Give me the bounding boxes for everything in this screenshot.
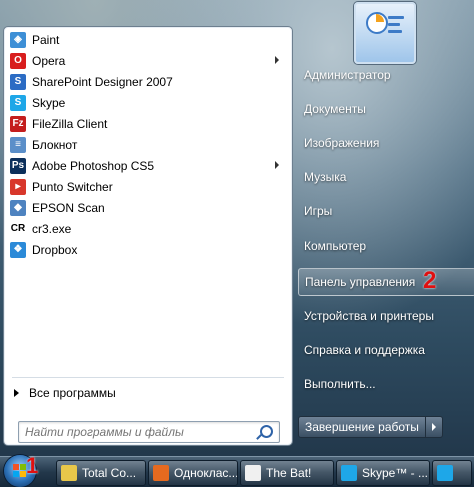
program-label: Punto Switcher: [32, 179, 113, 194]
program-label: SharePoint Designer 2007: [32, 74, 173, 89]
all-programs-label: Все программы: [29, 386, 116, 400]
taskbar-label: Skype™ - ...: [362, 466, 429, 480]
submenu-arrow-icon[interactable]: [275, 161, 279, 169]
all-programs-button[interactable]: Все программы: [14, 383, 116, 403]
link-documents[interactable]: Документы: [298, 96, 474, 122]
program-list: ◈ Paint O Opera S SharePoint Designer 2007 S Sk…: [7, 29, 289, 260]
paint-icon: ◈: [10, 31, 26, 48]
taskbar-button-skype[interactable]: Skype™ - ...: [336, 460, 430, 486]
link-pictures[interactable]: Изображения: [298, 130, 474, 156]
dropbox-icon: ❖: [10, 241, 26, 258]
link-help-support[interactable]: Справка и поддержка: [298, 337, 474, 363]
link-devices-printers[interactable]: Устройства и принтеры: [298, 303, 474, 329]
submenu-arrow-icon[interactable]: [275, 56, 279, 64]
program-item-photoshop[interactable]: Ps Adobe Photoshop CS5: [7, 155, 289, 176]
line-icon: [388, 23, 400, 26]
program-item-notepad[interactable]: ≡ Блокнот: [7, 134, 289, 155]
user-picture[interactable]: [354, 2, 416, 64]
triangle-right-icon: [14, 389, 19, 397]
link-administrator[interactable]: Администратор: [298, 62, 474, 88]
epson-scan-icon: ◆: [10, 199, 26, 216]
line-icon: [388, 16, 404, 19]
annotation-marker-2: 2: [423, 267, 437, 294]
program-item-opera[interactable]: O Opera: [7, 50, 289, 71]
program-item-paint[interactable]: ◈ Paint: [7, 29, 289, 50]
program-label: FileZilla Client: [32, 116, 108, 131]
program-item-sharepoint[interactable]: S SharePoint Designer 2007: [7, 71, 289, 92]
taskbar-button-total-commander[interactable]: Total Co...: [56, 460, 146, 486]
shutdown-button[interactable]: Завершение работы: [298, 416, 426, 438]
the-bat-icon: [245, 465, 261, 481]
programs-pane: ◈ Paint O Opera S SharePoint Designer 2007 S Sk…: [3, 26, 293, 446]
skype-icon: S: [10, 94, 26, 111]
filezilla-icon: Fz: [10, 115, 26, 132]
taskbar-button-firefox[interactable]: Одноклас...: [148, 460, 238, 486]
notepad-icon: ≡: [10, 136, 26, 153]
program-label: Skype: [32, 95, 66, 110]
punto-switcher-icon: ▸: [10, 178, 26, 195]
taskbar-label: The Bat!: [266, 466, 312, 480]
taskbar-label: Одноклас...: [174, 466, 238, 480]
program-label: Opera: [32, 53, 66, 68]
program-item-skype[interactable]: S Skype: [7, 92, 289, 113]
program-label: Блокнот: [32, 137, 78, 152]
places-pane: Администратор Документы Изображения Музы…: [292, 2, 474, 448]
program-item-dropbox[interactable]: ❖ Dropbox: [7, 239, 289, 260]
search-input[interactable]: [23, 423, 257, 441]
program-label: Paint: [32, 32, 60, 47]
program-label: cr3.exe: [32, 221, 72, 236]
taskbar-button-the-bat[interactable]: The Bat!: [240, 460, 334, 486]
cr3-icon: CR: [10, 220, 26, 237]
taskbar-button-skype-2[interactable]: [432, 460, 472, 486]
program-label: Dropbox: [32, 242, 78, 257]
start-menu: ◈ Paint O Opera S SharePoint Designer 2007 S Sk…: [0, 2, 474, 448]
program-label: EPSON Scan: [32, 200, 105, 215]
taskbar: 1 Total Co... Одноклас... The Bat! Skype…: [0, 453, 474, 487]
gauge-icon: [366, 12, 388, 34]
taskbar-label: Total Co...: [82, 466, 137, 480]
opera-icon: O: [10, 52, 26, 69]
skype-icon: [341, 465, 357, 481]
line-icon: [388, 30, 402, 33]
link-music[interactable]: Музыка: [298, 164, 474, 190]
program-item-cr3[interactable]: CR cr3.exe: [7, 218, 289, 239]
total-commander-icon: [61, 465, 77, 481]
program-item-filezilla[interactable]: Fz FileZilla Client: [7, 113, 289, 134]
link-games[interactable]: Игры: [298, 198, 474, 224]
windows-logo-icon: [13, 464, 27, 478]
photoshop-icon: Ps: [10, 157, 26, 174]
link-computer[interactable]: Компьютер: [298, 233, 474, 259]
shutdown-group: Завершение работы: [298, 416, 443, 438]
program-item-punto-switcher[interactable]: ▸ Punto Switcher: [7, 176, 289, 197]
sharepoint-icon: S: [10, 73, 26, 90]
shutdown-options-arrow-icon[interactable]: [425, 416, 443, 438]
link-run[interactable]: Выполнить...: [298, 371, 474, 397]
search-box[interactable]: [18, 421, 280, 443]
program-label: Adobe Photoshop CS5: [32, 158, 155, 173]
separator: [12, 377, 284, 378]
search-icon[interactable]: [260, 425, 273, 438]
program-item-epson-scan[interactable]: ◆ EPSON Scan: [7, 197, 289, 218]
skype-icon: [437, 465, 453, 481]
annotation-marker-1: 1: [26, 453, 39, 478]
firefox-icon: [153, 465, 169, 481]
link-control-panel[interactable]: Панель управления: [298, 268, 474, 296]
